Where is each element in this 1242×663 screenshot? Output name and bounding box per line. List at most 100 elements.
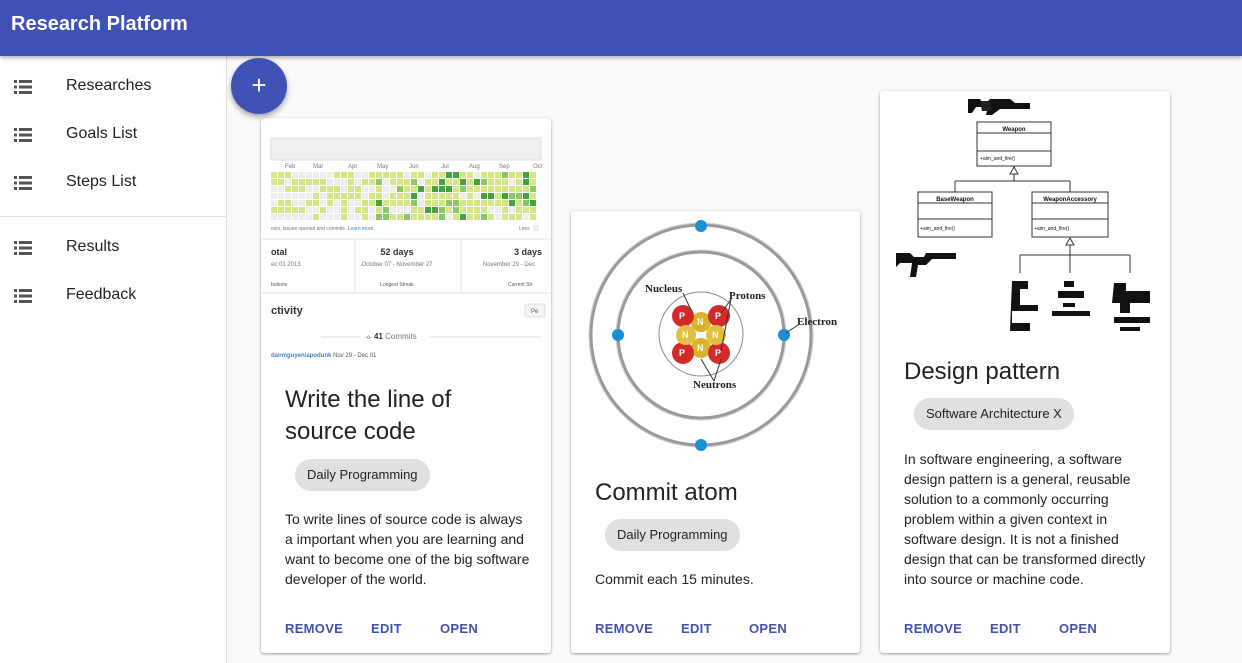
contribution-cell — [411, 214, 417, 220]
commit-icon: -o- — [365, 335, 372, 341]
contribution-cell — [488, 214, 494, 220]
sidebar-item-steps-list[interactable]: Steps List — [0, 159, 226, 207]
remove-button[interactable]: REMOVE — [595, 621, 653, 636]
contribution-cell — [285, 172, 291, 178]
contribution-cell — [488, 207, 494, 213]
stat-sub: October 07 - November 27 — [361, 262, 433, 268]
contribution-cell — [411, 193, 417, 199]
sidebar-item-label: Results — [66, 238, 120, 255]
sidebar-item-label: Goals List — [66, 125, 138, 142]
contribution-cell — [306, 179, 312, 185]
contribution-cell — [390, 193, 396, 199]
edit-button[interactable]: EDIT — [371, 621, 402, 636]
card-description: In software engineering, a software desi… — [904, 451, 1146, 587]
contribution-cell — [474, 179, 480, 185]
nucleus-label: Nucleus — [645, 283, 683, 295]
contribution-cell — [292, 179, 298, 185]
contribution-cell — [488, 200, 494, 206]
stat-value: 52 days — [380, 247, 413, 257]
contribution-cell — [271, 214, 277, 220]
contribution-cell — [495, 207, 501, 213]
edit-button[interactable]: EDIT — [990, 621, 1021, 636]
open-button[interactable]: OPEN — [1059, 621, 1097, 636]
stat-sub: November 29 - Dec — [483, 262, 535, 268]
category-chip[interactable]: Software Architecture X — [914, 398, 1074, 430]
contribution-cell — [313, 207, 319, 213]
contribution-cell — [453, 200, 459, 206]
contribution-cell — [327, 207, 333, 213]
open-button[interactable]: OPEN — [749, 621, 787, 636]
contribution-cell — [502, 179, 508, 185]
uml-class-method: +aim_and_fire() — [1034, 226, 1069, 232]
sidebar-item-label: Feedback — [66, 286, 137, 303]
contribution-cell — [439, 172, 445, 178]
list-icon — [14, 289, 32, 303]
contribution-cell — [348, 214, 354, 220]
edit-button[interactable]: EDIT — [681, 621, 712, 636]
remove-button[interactable]: REMOVE — [904, 621, 962, 636]
category-chip[interactable]: Daily Programming — [605, 519, 740, 551]
contribution-cell — [446, 193, 452, 199]
contribution-cell — [383, 172, 389, 178]
sidebar-item-researches[interactable]: Researches — [0, 63, 226, 111]
contribution-cell — [355, 193, 361, 199]
contribution-cell — [341, 214, 347, 220]
contribution-cell — [348, 172, 354, 178]
contribution-cell — [383, 186, 389, 192]
contribution-cell — [516, 200, 522, 206]
open-button[interactable]: OPEN — [440, 621, 478, 636]
contribution-cell — [362, 193, 368, 199]
contribution-cell — [530, 186, 536, 192]
contribution-cell — [376, 186, 382, 192]
contribution-cell — [278, 214, 284, 220]
grip-icon — [1112, 283, 1150, 313]
electron-dot — [778, 329, 790, 341]
sidebar-item-goals-list[interactable]: Goals List — [0, 111, 226, 159]
contribution-cell — [334, 207, 340, 213]
contribution-cell — [446, 207, 452, 213]
sidebar-item-feedback[interactable]: Feedback — [0, 272, 226, 320]
contribution-cell — [383, 200, 389, 206]
contribution-cell — [418, 172, 424, 178]
contribution-cell — [404, 214, 410, 220]
contribution-cell — [418, 214, 424, 220]
research-card: N N P P P P N N Nucleus Protons Electron… — [571, 211, 860, 653]
contribution-cell — [460, 179, 466, 185]
contribution-cell — [313, 172, 319, 178]
contribution-cell — [453, 179, 459, 185]
contribution-cell — [390, 214, 396, 220]
contribution-cell — [292, 207, 298, 213]
contribution-cell — [432, 200, 438, 206]
add-button[interactable]: + — [231, 58, 287, 114]
contribution-cell — [299, 186, 305, 192]
contribution-cell — [474, 193, 480, 199]
contribution-cell — [313, 200, 319, 206]
month-label: Jun — [409, 164, 419, 170]
contribution-cell — [299, 193, 305, 199]
contribution-cell — [481, 193, 487, 199]
graph-note: ests, issues opened and commits. Learn m… — [271, 226, 375, 232]
contribution-cell — [397, 200, 403, 206]
sidebar-item-results[interactable]: Results — [0, 224, 226, 272]
contribution-cell — [488, 172, 494, 178]
category-chip[interactable]: Daily Programming — [295, 459, 430, 491]
protons-label: Protons — [729, 290, 766, 302]
contribution-cell — [334, 186, 340, 192]
contribution-cell — [320, 179, 326, 185]
contribution-cell — [530, 172, 536, 178]
remove-button[interactable]: REMOVE — [285, 621, 343, 636]
contribution-cell — [369, 186, 375, 192]
contribution-cell — [411, 200, 417, 206]
contribution-cell — [530, 200, 536, 206]
contribution-cell — [390, 172, 396, 178]
contribution-cell — [292, 214, 298, 220]
contribution-cell — [313, 193, 319, 199]
contribution-cell — [425, 179, 431, 185]
contribution-cell — [362, 200, 368, 206]
stat-value: 3 days — [514, 247, 542, 257]
contribution-cell — [355, 172, 361, 178]
contribution-cell — [306, 193, 312, 199]
contribution-cell — [327, 186, 333, 192]
contribution-cell — [355, 179, 361, 185]
contribution-cell — [460, 207, 466, 213]
